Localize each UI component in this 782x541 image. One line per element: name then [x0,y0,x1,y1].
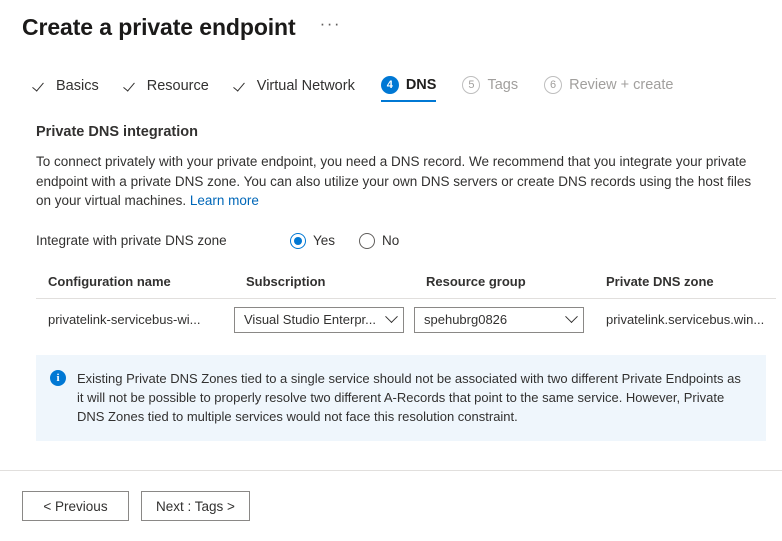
info-icon: i [50,370,66,386]
tab-label: Virtual Network [257,78,355,94]
radio-option-yes[interactable]: Yes [290,233,335,249]
tab-tags[interactable]: 5 Tags [462,76,518,102]
column-header-subscription: Subscription [234,274,414,289]
info-banner: i Existing Private DNS Zones tied to a s… [36,355,766,441]
integrate-dns-zone-row: Integrate with private DNS zone Yes No [36,230,760,252]
integrate-dns-zone-label: Integrate with private DNS zone [36,233,290,248]
section-description: To connect privately with your private e… [36,152,760,211]
check-icon [34,79,49,94]
page-title: Create a private endpoint [22,12,296,42]
wizard-footer: < Previous Next : Tags > [0,470,782,541]
tab-label: Basics [56,78,99,94]
next-button[interactable]: Next : Tags > [141,491,250,521]
tab-label: Tags [487,77,518,93]
subscription-selected-value: Visual Studio Enterpr... [244,312,376,327]
cell-subscription: Visual Studio Enterpr... [234,307,414,333]
subscription-dropdown[interactable]: Visual Studio Enterpr... [234,307,404,333]
dns-configuration-table: Configuration name Subscription Resource… [36,274,776,333]
column-header-resource-group: Resource group [414,274,594,289]
column-header-private-dns-zone: Private DNS zone [594,274,776,289]
radio-indicator-yes[interactable] [290,233,306,249]
tab-dns[interactable]: 4 DNS [381,76,437,102]
cell-resource-group: spehubrg0826 [414,307,594,333]
radio-label-yes: Yes [313,233,335,248]
title-bar: Create a private endpoint ··· [0,0,782,44]
info-banner-text: Existing Private DNS Zones tied to a sin… [77,369,750,426]
resource-group-dropdown[interactable]: spehubrg0826 [414,307,584,333]
resource-group-selected-value: spehubrg0826 [424,312,507,327]
tab-resource[interactable]: Resource [125,78,209,102]
chevron-down-icon [565,310,578,323]
tab-review-create[interactable]: 6 Review + create [544,76,673,102]
more-options-icon[interactable]: ··· [316,15,345,39]
tab-label: DNS [406,77,437,93]
chevron-down-icon [385,310,398,323]
tab-label: Review + create [569,77,673,93]
table-header-row: Configuration name Subscription Resource… [36,274,776,299]
radio-indicator-no[interactable] [359,233,375,249]
radio-option-no[interactable]: No [359,233,399,249]
cell-configuration-name: privatelink-servicebus-wi... [36,312,234,327]
step-number-badge: 4 [381,76,399,94]
tab-basics[interactable]: Basics [34,78,99,102]
section-heading: Private DNS integration [36,124,760,140]
check-icon [125,79,140,94]
column-header-configuration-name: Configuration name [36,274,234,289]
table-row: privatelink-servicebus-wi... Visual Stud… [36,299,776,333]
main-content: Private DNS integration To connect priva… [0,124,782,441]
cell-private-dns-zone: privatelink.servicebus.win... [594,312,776,327]
radio-label-no: No [382,233,399,248]
description-text: To connect privately with your private e… [36,154,751,208]
previous-button[interactable]: < Previous [22,491,129,521]
tab-label: Resource [147,78,209,94]
wizard-tabs: Basics Resource Virtual Network 4 DNS 5 … [0,70,782,102]
step-number-badge: 5 [462,76,480,94]
step-number-badge: 6 [544,76,562,94]
check-icon [235,79,250,94]
learn-more-link[interactable]: Learn more [190,193,259,208]
tab-virtual-network[interactable]: Virtual Network [235,78,355,102]
